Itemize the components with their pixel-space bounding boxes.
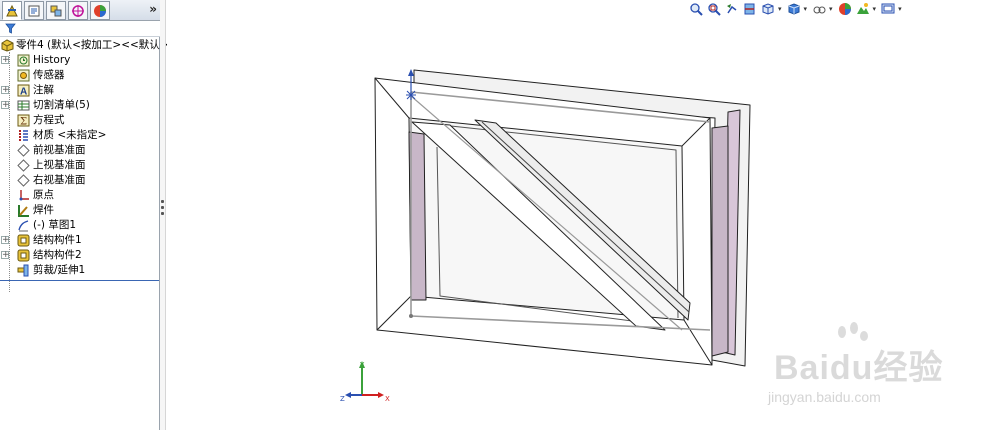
- tree-filter-bar[interactable]: [0, 21, 160, 37]
- expand-toggle-icon[interactable]: +: [1, 251, 10, 260]
- expand-toggle-icon[interactable]: +: [1, 86, 10, 95]
- tree-item-label: 原点: [33, 189, 54, 201]
- featuremanager-icon: [6, 4, 18, 16]
- equation-icon: Σ: [17, 114, 30, 128]
- tree-item-label: 前视基准面: [33, 144, 86, 156]
- tree-item-sensors[interactable]: 传感器: [0, 68, 159, 83]
- tree-item-label: 结构构件1: [33, 234, 82, 246]
- configurationmanager-icon: [50, 5, 62, 16]
- right-frame-panel: [711, 125, 729, 357]
- tree-item-label: 零件4 (默认<按加工><<默认>: [16, 39, 169, 51]
- tree-item-trim-extend1[interactable]: 剪裁/延伸1: [0, 263, 159, 278]
- featuremanager-panel: » 零件4 (默认<按加工><<默认> + History 传感器 + A 注解…: [0, 0, 169, 430]
- display-icon: [94, 4, 106, 17]
- tree-item-label: 上视基准面: [33, 159, 86, 171]
- sketch-point: [409, 314, 413, 318]
- tree-item-structural-member2[interactable]: + 结构构件2: [0, 248, 159, 263]
- reference-triad: Y X Z: [340, 361, 390, 403]
- material-icon: [17, 129, 30, 142]
- plane-icon: [17, 144, 30, 157]
- sketch-icon: [17, 219, 30, 232]
- plane-icon: [17, 174, 30, 187]
- tree-item-label: 焊件: [33, 204, 54, 216]
- tree-item-cutlist[interactable]: + 切割清单(5): [0, 98, 159, 113]
- watermark-url: jingyan.baidu.com: [768, 389, 881, 405]
- annotation-icon: A: [17, 84, 30, 98]
- display-tab[interactable]: [90, 1, 110, 20]
- triad-x-arrow-icon: [378, 392, 384, 398]
- origin-star-icon: [406, 90, 416, 100]
- featuremanager-tab[interactable]: [2, 1, 22, 20]
- panel-tab-bar: »: [0, 0, 160, 21]
- tree-item-label: 材质 <未指定>: [33, 129, 107, 141]
- cutlist-icon: [17, 99, 30, 112]
- tree-item-label: 切割清单(5): [33, 99, 90, 111]
- tree-item-front-plane[interactable]: 前视基准面: [0, 143, 159, 158]
- tree-item-top-plane[interactable]: 上视基准面: [0, 158, 159, 173]
- tree-item-material[interactable]: 材质 <未指定>: [0, 128, 159, 143]
- tree-item-right-plane[interactable]: 右视基准面: [0, 173, 159, 188]
- sensor-icon: [17, 69, 30, 82]
- tree-item-weldment[interactable]: 焊件: [0, 203, 159, 218]
- filter-icon[interactable]: [5, 23, 16, 34]
- plane-icon: [17, 159, 30, 172]
- tree-item-sketch1[interactable]: (-) 草图1: [0, 218, 159, 233]
- watermark-brand: Baidu经验: [774, 349, 944, 387]
- svg-text:Σ: Σ: [20, 117, 27, 128]
- feature-tree: 零件4 (默认<按加工><<默认> + History 传感器 + A 注解 +…: [0, 38, 169, 292]
- tree-item-origin[interactable]: 原点: [0, 188, 159, 203]
- more-tabs-button[interactable]: »: [149, 2, 157, 16]
- expand-toggle-icon[interactable]: +: [1, 236, 10, 245]
- weldment-icon: [17, 204, 30, 217]
- propertymanager-tab[interactable]: [24, 1, 44, 20]
- tree-item-label: (-) 草图1: [33, 219, 76, 231]
- tree-item-annotations[interactable]: + A 注解: [0, 83, 159, 98]
- rollback-bar[interactable]: [0, 280, 159, 281]
- tree-item-label: History: [33, 54, 71, 66]
- dimxpert-icon: [72, 4, 84, 17]
- trim-extend-icon: [17, 264, 30, 277]
- history-icon: [17, 54, 30, 67]
- part-icon: [1, 39, 14, 52]
- tree-item-label: 结构构件2: [33, 249, 82, 261]
- dimxpert-tab[interactable]: [68, 1, 88, 20]
- tree-item-label: 方程式: [33, 114, 65, 126]
- tree-item-label: 传感器: [33, 69, 65, 81]
- structural-member-icon: [17, 234, 30, 247]
- origin-arrow-icon: [408, 69, 414, 76]
- tree-item-label: 右视基准面: [33, 174, 86, 186]
- tree-item-structural-member1[interactable]: + 结构构件1: [0, 233, 159, 248]
- origin-icon: [17, 189, 30, 202]
- triad-z-arrow-icon: [345, 392, 351, 398]
- tree-item-equations[interactable]: Σ 方程式: [0, 113, 159, 128]
- expand-toggle-icon[interactable]: +: [1, 56, 10, 65]
- tree-item-label: 剪裁/延伸1: [33, 264, 86, 276]
- baidu-watermark: Baidu经验 jingyan.baidu.com: [762, 322, 992, 412]
- expand-toggle-icon[interactable]: +: [1, 101, 10, 110]
- propertymanager-icon: [28, 5, 40, 16]
- triad-z-label: Z: [340, 395, 345, 403]
- tree-item-label: 注解: [33, 84, 54, 96]
- triad-x-label: X: [385, 395, 390, 403]
- tree-item-part[interactable]: 零件4 (默认<按加工><<默认>: [0, 38, 169, 53]
- svg-text:A: A: [20, 87, 27, 98]
- structural-member-icon: [17, 249, 30, 262]
- configurationmanager-tab[interactable]: [46, 1, 66, 20]
- triad-y-label: Y: [359, 361, 365, 369]
- tree-item-history[interactable]: + History: [0, 53, 159, 68]
- splitter-grip-icon[interactable]: [161, 198, 165, 222]
